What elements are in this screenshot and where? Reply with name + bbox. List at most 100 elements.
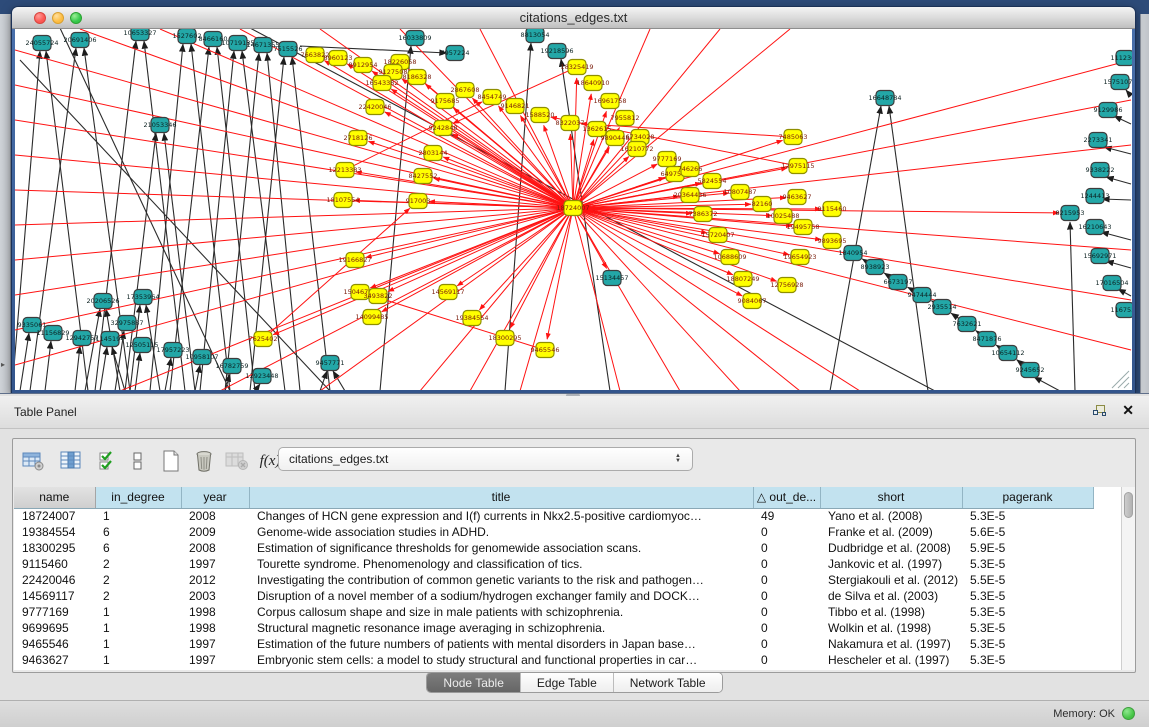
- table-cell[interactable]: 1: [95, 604, 181, 620]
- table-cell[interactable]: 2: [95, 572, 181, 588]
- table-cell[interactable]: 2003: [181, 588, 249, 604]
- table-cell[interactable]: 2: [95, 588, 181, 604]
- table-cell[interactable]: 1: [95, 508, 181, 524]
- table-cell[interactable]: 5.5E-5: [962, 572, 1093, 588]
- table-settings-icon[interactable]: [20, 448, 46, 474]
- table-row[interactable]: 977716911998Corpus callosum shape and si…: [14, 604, 1093, 620]
- table-cell[interactable]: 9699695: [14, 620, 95, 636]
- table-cell[interactable]: 1997: [181, 636, 249, 652]
- table-cell[interactable]: 49: [753, 508, 820, 524]
- column-header-in_degree[interactable]: in_degree: [95, 487, 181, 508]
- table-cell[interactable]: 18724007: [14, 508, 95, 524]
- table-cell[interactable]: 2012: [181, 572, 249, 588]
- right-collapsed-panel-strip[interactable]: [1140, 14, 1149, 393]
- column-header-title[interactable]: title: [249, 487, 753, 508]
- table-selector-dropdown[interactable]: citations_edges.txt ▲▼: [278, 447, 693, 471]
- table-cell[interactable]: Tibbo et al. (1998): [820, 604, 962, 620]
- table-cell[interactable]: 14569117: [14, 588, 95, 604]
- table-cell[interactable]: 2: [95, 556, 181, 572]
- table-cell[interactable]: 2009: [181, 524, 249, 540]
- memory-status-icon[interactable]: [1122, 707, 1135, 720]
- delete-icon[interactable]: [191, 448, 217, 474]
- table-cell[interactable]: 0: [753, 556, 820, 572]
- table-cell[interactable]: 1: [95, 636, 181, 652]
- table-cell[interactable]: 0: [753, 572, 820, 588]
- table-cell[interactable]: 5.3E-5: [962, 588, 1093, 604]
- table-cell[interactable]: Estimation of significance thresholds fo…: [249, 540, 753, 556]
- table-cell[interactable]: 9465546: [14, 636, 95, 652]
- table-cell[interactable]: 19384554: [14, 524, 95, 540]
- scrollbar-thumb[interactable]: [1124, 492, 1133, 518]
- tab-network-table[interactable]: Network Table: [614, 673, 722, 692]
- table-cell[interactable]: Corpus callosum shape and size in male p…: [249, 604, 753, 620]
- table-cell[interactable]: Franke et al. (2009): [820, 524, 962, 540]
- table-cell[interactable]: 0: [753, 620, 820, 636]
- table-row[interactable]: 946362711997Embryonic stem cells: a mode…: [14, 652, 1093, 668]
- table-cell[interactable]: Hescheler et al. (1997): [820, 652, 962, 668]
- table-cell[interactable]: 5.3E-5: [962, 508, 1093, 524]
- table-cell[interactable]: 1: [95, 652, 181, 668]
- table-cell[interactable]: 5.3E-5: [962, 652, 1093, 668]
- table-cell[interactable]: 9777169: [14, 604, 95, 620]
- table-cell[interactable]: 5.6E-5: [962, 524, 1093, 540]
- table-cell[interactable]: Embryonic stem cells: a model to study s…: [249, 652, 753, 668]
- column-header-name[interactable]: name: [14, 487, 95, 508]
- table-cell[interactable]: Changes of HCN gene expression and I(f) …: [249, 508, 753, 524]
- table-cell[interactable]: Structural magnetic resonance image aver…: [249, 620, 753, 636]
- table-cell[interactable]: 9463627: [14, 652, 95, 668]
- table-cell[interactable]: Disruption of a novel member of a sodium…: [249, 588, 753, 604]
- table-row[interactable]: 1456911722003Disruption of a novel membe…: [14, 588, 1093, 604]
- table-cell[interactable]: 0: [753, 636, 820, 652]
- float-panel-icon[interactable]: [1093, 405, 1107, 418]
- network-canvas[interactable]: 1872400776638228960123891295418226058912…: [15, 29, 1132, 390]
- left-collapsed-panel-strip[interactable]: ▸: [0, 14, 11, 393]
- select-rows-icon[interactable]: [95, 448, 121, 474]
- table-cell[interactable]: 6: [95, 540, 181, 556]
- column-edit-icon[interactable]: [58, 448, 84, 474]
- table-cell[interactable]: 1997: [181, 556, 249, 572]
- table-row[interactable]: 969969511998Structural magnetic resonanc…: [14, 620, 1093, 636]
- table-cell[interactable]: 0: [753, 652, 820, 668]
- canvas-resize-grip[interactable]: [1112, 371, 1129, 388]
- table-cell[interactable]: 5.3E-5: [962, 636, 1093, 652]
- table-row[interactable]: 1872400712008Changes of HCN gene express…: [14, 508, 1093, 524]
- table-cell[interactable]: Wolkin et al. (1998): [820, 620, 962, 636]
- panel-expand-marker[interactable]: ▸: [1, 360, 5, 369]
- close-panel-icon[interactable]: ✕: [1122, 402, 1134, 419]
- table-cell[interactable]: Stergiakouli et al. (2012): [820, 572, 962, 588]
- vertical-scrollbar[interactable]: [1121, 487, 1135, 670]
- column-header-short[interactable]: short: [820, 487, 962, 508]
- table-cell[interactable]: 22420046: [14, 572, 95, 588]
- table-cell[interactable]: 0: [753, 540, 820, 556]
- table-cell[interactable]: Jankovic et al. (1997): [820, 556, 962, 572]
- table-cell[interactable]: 0: [753, 604, 820, 620]
- table-cell[interactable]: Estimation of the future numbers of pati…: [249, 636, 753, 652]
- table-cell[interactable]: 5.9E-5: [962, 540, 1093, 556]
- table-cell[interactable]: Investigating the contribution of common…: [249, 572, 753, 588]
- table-row[interactable]: 1938455462009Genome-wide association stu…: [14, 524, 1093, 540]
- column-header-year[interactable]: year: [181, 487, 249, 508]
- checkbox-list-icon[interactable]: [125, 448, 151, 474]
- table-row[interactable]: 2242004622012Investigating the contribut…: [14, 572, 1093, 588]
- table-cell[interactable]: 5.3E-5: [962, 604, 1093, 620]
- table-row[interactable]: 1830029562008Estimation of significance …: [14, 540, 1093, 556]
- table-row[interactable]: 911546021997Tourette syndrome. Phenomeno…: [14, 556, 1093, 572]
- table-cell[interactable]: 5.3E-5: [962, 620, 1093, 636]
- column-header-out_de[interactable]: △ out_de...: [753, 487, 820, 508]
- table-cell[interactable]: 9115460: [14, 556, 95, 572]
- table-cell[interactable]: Nakamura et al. (1997): [820, 636, 962, 652]
- table-cell[interactable]: 0: [753, 524, 820, 540]
- table-cell[interactable]: 1: [95, 620, 181, 636]
- table-cell[interactable]: 0: [753, 588, 820, 604]
- table-cell[interactable]: 2008: [181, 540, 249, 556]
- network-window-titlebar[interactable]: citations_edges.txt: [12, 7, 1135, 29]
- table-cell[interactable]: de Silva et al. (2003): [820, 588, 962, 604]
- new-document-icon[interactable]: [158, 448, 184, 474]
- table-cell[interactable]: 6: [95, 524, 181, 540]
- network-graph[interactable]: 1872400776638228960123891295418226058912…: [15, 29, 1132, 390]
- tab-node-table[interactable]: Node Table: [427, 673, 521, 692]
- table-cell[interactable]: Genome-wide association studies in ADHD.: [249, 524, 753, 540]
- table-cell[interactable]: 1998: [181, 620, 249, 636]
- table-cell[interactable]: 1997: [181, 652, 249, 668]
- table-row[interactable]: 946554611997Estimation of the future num…: [14, 636, 1093, 652]
